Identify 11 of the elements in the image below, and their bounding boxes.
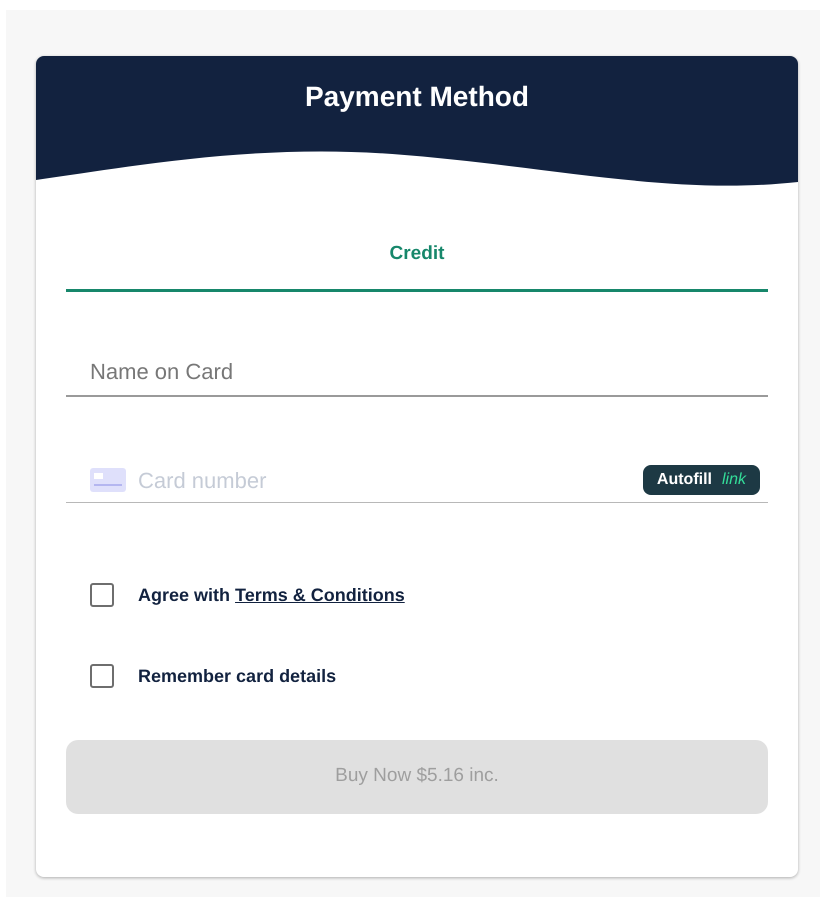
checkbox[interactable] xyxy=(90,664,114,688)
card-number-field[interactable]: Card number xyxy=(126,464,643,496)
checkbox-label: Remember card details xyxy=(138,664,336,688)
terms-link[interactable]: Terms & Conditions xyxy=(235,584,405,604)
autofill-button[interactable]: Autofill link xyxy=(642,465,760,495)
checkbox[interactable] xyxy=(90,583,114,607)
page-title: Payment Method xyxy=(304,80,530,114)
tab[interactable]: Credit xyxy=(66,188,768,292)
checkbox-label: Agree with Terms & Conditions xyxy=(138,584,405,607)
credit-card-icon xyxy=(90,468,126,492)
name-field[interactable]: Name on Card xyxy=(66,355,768,388)
